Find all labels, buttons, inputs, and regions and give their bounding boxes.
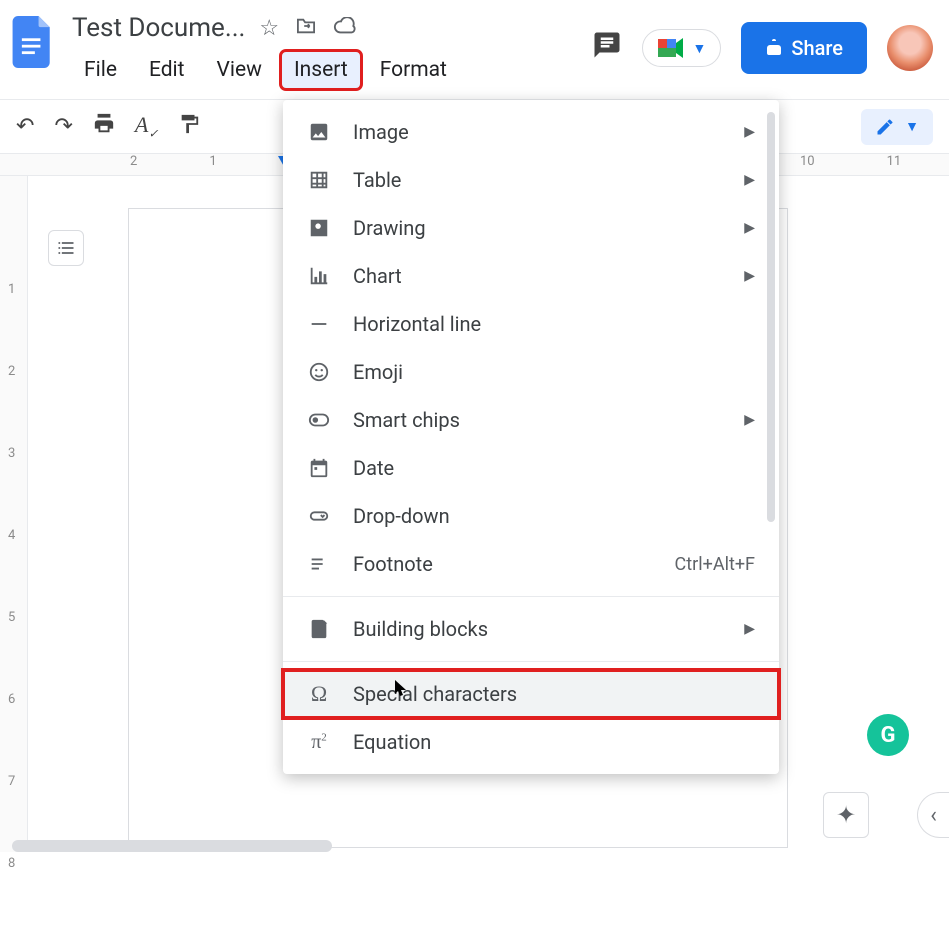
- menu-item-label: Special characters: [353, 682, 517, 706]
- menu-format[interactable]: Format: [368, 52, 459, 88]
- submenu-arrow-icon: ▶: [744, 124, 755, 140]
- image-icon: [307, 121, 331, 143]
- side-panel-toggle[interactable]: ‹: [917, 792, 949, 838]
- menu-item-label: Date: [353, 456, 394, 480]
- menu-item-label: Chart: [353, 264, 402, 288]
- menu-insert[interactable]: Insert: [282, 52, 360, 88]
- date-icon: [307, 457, 331, 479]
- menubar: File Edit View Insert Format: [72, 52, 459, 88]
- avatar[interactable]: [887, 25, 933, 71]
- menu-item-label: Footnote: [353, 552, 433, 576]
- menu-item-drop-down[interactable]: Drop-down: [283, 492, 779, 540]
- share-button[interactable]: Share: [741, 22, 867, 74]
- caret-down-icon: ▼: [905, 118, 919, 135]
- chart-icon: [307, 265, 331, 287]
- menu-item-horizontal-line[interactable]: Horizontal line: [283, 300, 779, 348]
- menu-item-emoji[interactable]: Emoji: [283, 348, 779, 396]
- menu-item-label: Drop-down: [353, 504, 450, 528]
- menu-item-special-characters[interactable]: Ω Special characters: [283, 670, 779, 718]
- document-title[interactable]: Test Docume...: [72, 13, 245, 43]
- explore-button[interactable]: ✦: [823, 792, 869, 838]
- grammarly-icon[interactable]: G: [867, 714, 909, 756]
- docs-logo-icon[interactable]: [12, 16, 54, 68]
- omega-icon: Ω: [307, 681, 331, 707]
- menu-item-date[interactable]: Date: [283, 444, 779, 492]
- spellcheck-icon[interactable]: A✓: [135, 112, 159, 141]
- dropdown-icon: [307, 505, 331, 527]
- menu-item-image[interactable]: Image ▶: [283, 108, 779, 156]
- hr-icon: [307, 313, 331, 335]
- menu-item-label: Horizontal line: [353, 312, 481, 336]
- menu-separator: [283, 596, 779, 597]
- chips-icon: [307, 409, 331, 431]
- footnote-icon: [307, 553, 331, 575]
- submenu-arrow-icon: ▶: [744, 621, 755, 637]
- print-icon[interactable]: [93, 113, 115, 141]
- share-label: Share: [791, 36, 843, 60]
- paint-format-icon[interactable]: [178, 113, 200, 141]
- menu-item-label: Smart chips: [353, 408, 460, 432]
- menu-item-label: Equation: [353, 730, 431, 754]
- cloud-status-icon[interactable]: [333, 16, 357, 41]
- menu-item-table[interactable]: Table ▶: [283, 156, 779, 204]
- menu-item-building-blocks[interactable]: Building blocks ▶: [283, 605, 779, 653]
- table-icon: [307, 169, 331, 191]
- blocks-icon: [307, 618, 331, 640]
- menu-shortcut: Ctrl+Alt+F: [675, 554, 755, 575]
- drawing-icon: [307, 217, 331, 239]
- menu-item-drawing[interactable]: Drawing ▶: [283, 204, 779, 252]
- menu-item-label: Table: [353, 168, 401, 192]
- submenu-arrow-icon: ▶: [744, 268, 755, 284]
- menu-item-label: Building blocks: [353, 617, 488, 641]
- menu-item-chart[interactable]: Chart ▶: [283, 252, 779, 300]
- pi-icon: π2: [307, 731, 331, 754]
- horizontal-scrollbar[interactable]: [12, 840, 332, 852]
- menu-item-label: Emoji: [353, 360, 403, 384]
- menu-item-smart-chips[interactable]: Smart chips ▶: [283, 396, 779, 444]
- menu-item-equation[interactable]: π2 Equation: [283, 718, 779, 766]
- menu-view[interactable]: View: [205, 52, 274, 88]
- submenu-arrow-icon: ▶: [744, 172, 755, 188]
- move-folder-icon[interactable]: [295, 16, 317, 41]
- document-outline-button[interactable]: [48, 230, 84, 266]
- menu-item-label: Drawing: [353, 216, 426, 240]
- redo-icon[interactable]: ↷: [54, 114, 72, 139]
- submenu-arrow-icon: ▶: [744, 220, 755, 236]
- comments-icon[interactable]: [592, 30, 622, 67]
- emoji-icon: [307, 361, 331, 383]
- menu-item-footnote[interactable]: Footnote Ctrl+Alt+F: [283, 540, 779, 588]
- vertical-ruler[interactable]: 12345678: [0, 176, 28, 852]
- menu-item-label: Image: [353, 120, 409, 144]
- star-icon[interactable]: ☆: [259, 16, 279, 41]
- undo-icon[interactable]: ↶: [16, 114, 34, 139]
- insert-menu-dropdown: Image ▶ Table ▶ Drawing ▶ Chart ▶ Horizontal lin…: [283, 100, 779, 774]
- meet-button[interactable]: ▼: [642, 29, 722, 67]
- menu-file[interactable]: File: [72, 52, 129, 88]
- submenu-arrow-icon: ▶: [744, 412, 755, 428]
- menu-separator: [283, 661, 779, 662]
- menu-edit[interactable]: Edit: [137, 52, 197, 88]
- caret-down-icon: ▼: [693, 40, 707, 57]
- editing-mode-button[interactable]: ▼: [861, 109, 933, 145]
